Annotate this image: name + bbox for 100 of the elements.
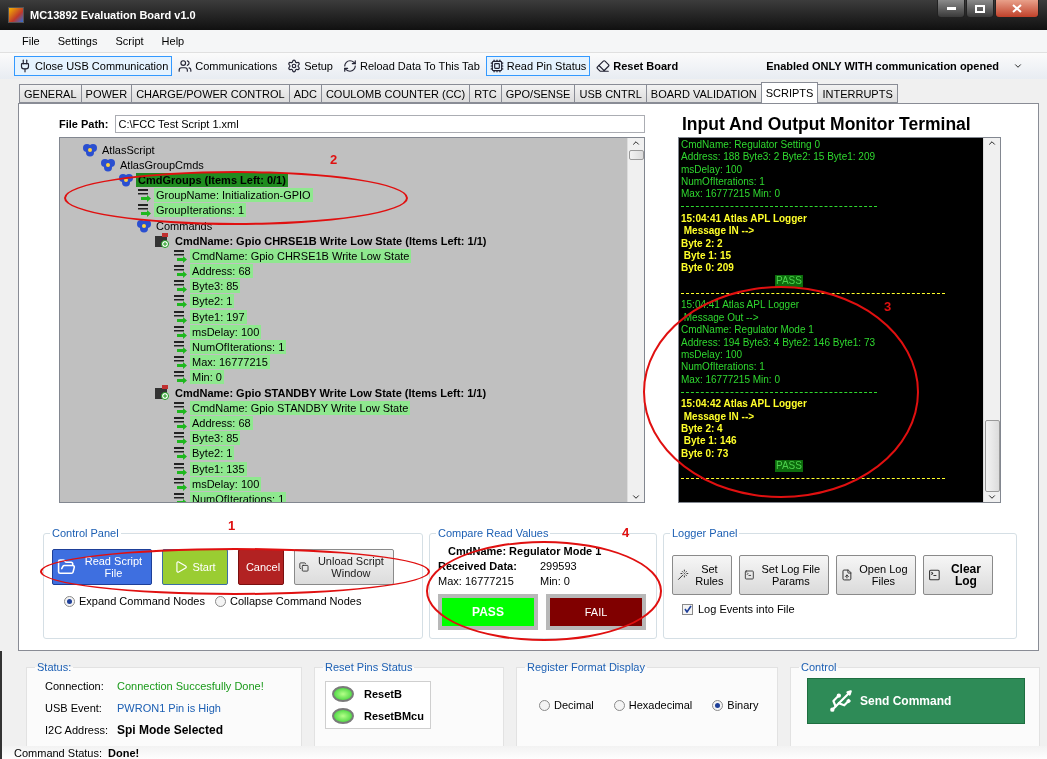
terminal-line: CmdName: Regulator Setting 0 [681, 139, 820, 152]
gear-icon [287, 59, 302, 73]
radio-option[interactable]: Binary [712, 699, 759, 711]
text-arrow-icon [172, 370, 188, 385]
status-value: Connection Succesfully Done! [117, 680, 264, 692]
radio-button[interactable] [539, 699, 550, 711]
scroll-down-icon[interactable] [987, 492, 997, 502]
status-value: Spi Mode Selected [117, 723, 224, 737]
logger-button[interactable]: Clear Log [923, 555, 993, 595]
toolbar-button[interactable]: Read Pin Status [485, 56, 591, 76]
annotation-number: 2 [330, 152, 338, 167]
toolbar-button[interactable]: Communications [174, 56, 282, 76]
terminal-line: Max: 16777215 Min: 0 [681, 188, 780, 201]
scrollbar[interactable] [627, 138, 644, 502]
control-button[interactable]: Read Script File [52, 549, 152, 585]
scroll-thumb[interactable] [628, 150, 644, 160]
control-button[interactable]: Unload Script Window [294, 549, 394, 585]
radio-button[interactable] [64, 595, 75, 607]
radio-button[interactable] [613, 699, 625, 711]
tab[interactable]: INTERRUPTS [817, 84, 898, 103]
tree-node[interactable]: GroupName: Initialization-GPIO [154, 188, 313, 203]
scrollbar[interactable] [983, 138, 1000, 502]
tree-node[interactable]: CmdName: Gpio CHRSE1B Write Low State [190, 248, 412, 263]
maximize-icon [975, 4, 985, 13]
text-arrow-icon [172, 491, 188, 502]
file-upload-icon [841, 567, 853, 583]
tree-node[interactable]: Byte1: 197 [190, 309, 247, 324]
tab[interactable]: GENERAL [19, 84, 82, 103]
tree-node[interactable]: Address: 68 [190, 415, 253, 430]
tree-node[interactable]: CmdName: Gpio STANDBY Write Low State (Items Left: 1/1) [173, 385, 489, 400]
tab[interactable]: SCRIPTS [760, 82, 819, 103]
terminal-line: 15:04:42 Atlas APL Logger [681, 398, 807, 411]
radio-button[interactable] [712, 699, 724, 711]
scroll-up-icon[interactable] [631, 138, 641, 148]
toolbar-button[interactable]: Close USB Communication [14, 56, 173, 76]
minimize-button[interactable] [937, 0, 965, 18]
terminal-line: CmdName: Regulator Mode 1 [681, 324, 814, 337]
menu-item[interactable]: Settings [49, 33, 106, 49]
text-arrow-icon [172, 279, 188, 294]
toolbar-button[interactable]: Reset Board [592, 56, 683, 76]
tab[interactable]: CHARGE/POWER CONTROL [131, 84, 290, 103]
scroll-down-icon[interactable] [631, 492, 641, 502]
menu-item[interactable]: Help [153, 33, 193, 49]
tree-node[interactable]: Address: 68 [190, 264, 253, 279]
radio-option[interactable]: Hexadecimal [613, 699, 693, 711]
maximize-button[interactable] [966, 0, 994, 18]
tree-node[interactable]: GroupIterations: 1 [154, 203, 247, 218]
tab[interactable]: ADC [288, 84, 322, 103]
tab[interactable]: POWER [80, 84, 133, 103]
tree-node[interactable]: Byte2: 1 [190, 294, 235, 309]
tree-node[interactable]: Byte3: 85 [190, 431, 241, 446]
logger-button[interactable]: Set Rules [672, 555, 732, 595]
radio-option[interactable]: Decimal [539, 699, 594, 711]
radio-option[interactable]: Collapse Command Nodes [214, 595, 362, 607]
tab[interactable]: USB CNTRL [574, 84, 647, 103]
text-arrow-icon [172, 355, 188, 370]
checkbox[interactable] [682, 603, 693, 615]
text-arrow-icon [172, 431, 188, 446]
tree-node[interactable]: msDelay: 100 [190, 476, 262, 491]
send-command-button[interactable]: Send Command [807, 678, 1025, 724]
menu-item[interactable]: Script [107, 33, 152, 49]
file-path-field[interactable]: C:\FCC Test Script 1.xml [114, 115, 645, 133]
document-plus-icon [154, 385, 171, 401]
tree-node[interactable]: Byte1: 135 [190, 461, 247, 476]
logger-button[interactable]: Open Log Files [836, 555, 916, 595]
group-title: Reset Pins Status [324, 661, 414, 673]
toolbar-button[interactable]: Setup [283, 56, 337, 76]
radio-button[interactable] [214, 595, 226, 607]
tree-node[interactable]: Byte2: 1 [190, 446, 235, 461]
tab[interactable]: COULOMB COUNTER (CC) [320, 84, 471, 103]
text-arrow-icon [136, 188, 152, 203]
wand-icon [677, 567, 689, 583]
tree-node[interactable]: CmdName: Gpio STANDBY Write Low State [190, 400, 411, 415]
group-title: Register Format Display [526, 661, 646, 673]
tree-node[interactable]: Max: 16777215 [190, 355, 270, 370]
scroll-up-icon[interactable] [987, 138, 997, 148]
tab[interactable]: RTC [469, 84, 502, 103]
tree-node[interactable]: NumOfIterations: 1 [190, 340, 287, 355]
close-button[interactable] [995, 0, 1039, 18]
control-button[interactable]: Cancel [238, 549, 284, 585]
terminal-line: Byte 2: 2 [681, 237, 723, 251]
status-value: PWRON1 Pin is High [117, 702, 221, 714]
tree-node[interactable]: Min: 0 [190, 370, 224, 385]
tab[interactable]: BOARD VALIDATION [645, 84, 762, 103]
tree-node[interactable]: AtlasScript [100, 142, 157, 157]
scroll-thumb[interactable] [984, 420, 1000, 492]
menu-item[interactable]: File [14, 33, 48, 49]
logger-button[interactable]: Set Log File Params [739, 555, 829, 595]
tab[interactable]: GPO/SENSE [500, 84, 576, 103]
tree-node[interactable]: Byte3: 85 [190, 279, 241, 294]
tree-node[interactable]: AtlasGroupCmds [118, 157, 206, 172]
tree-node[interactable]: Commands [154, 218, 215, 233]
log-to-file-option[interactable]: Log Events into File [682, 603, 1008, 615]
tree-node[interactable]: msDelay: 100 [190, 324, 262, 339]
group-title: Control [800, 661, 838, 673]
mode-dropdown[interactable]: Enabled ONLY WITH communication opened [762, 58, 1027, 74]
toolbar-button[interactable]: Reload Data To This Tab [338, 56, 484, 76]
radio-option[interactable]: Expand Command Nodes [64, 595, 205, 607]
tree-node[interactable]: CmdName: Gpio CHRSE1B Write Low State (Items Left: 1/1) [173, 233, 489, 248]
terminal-line: Byte 2: 4 [681, 422, 723, 436]
